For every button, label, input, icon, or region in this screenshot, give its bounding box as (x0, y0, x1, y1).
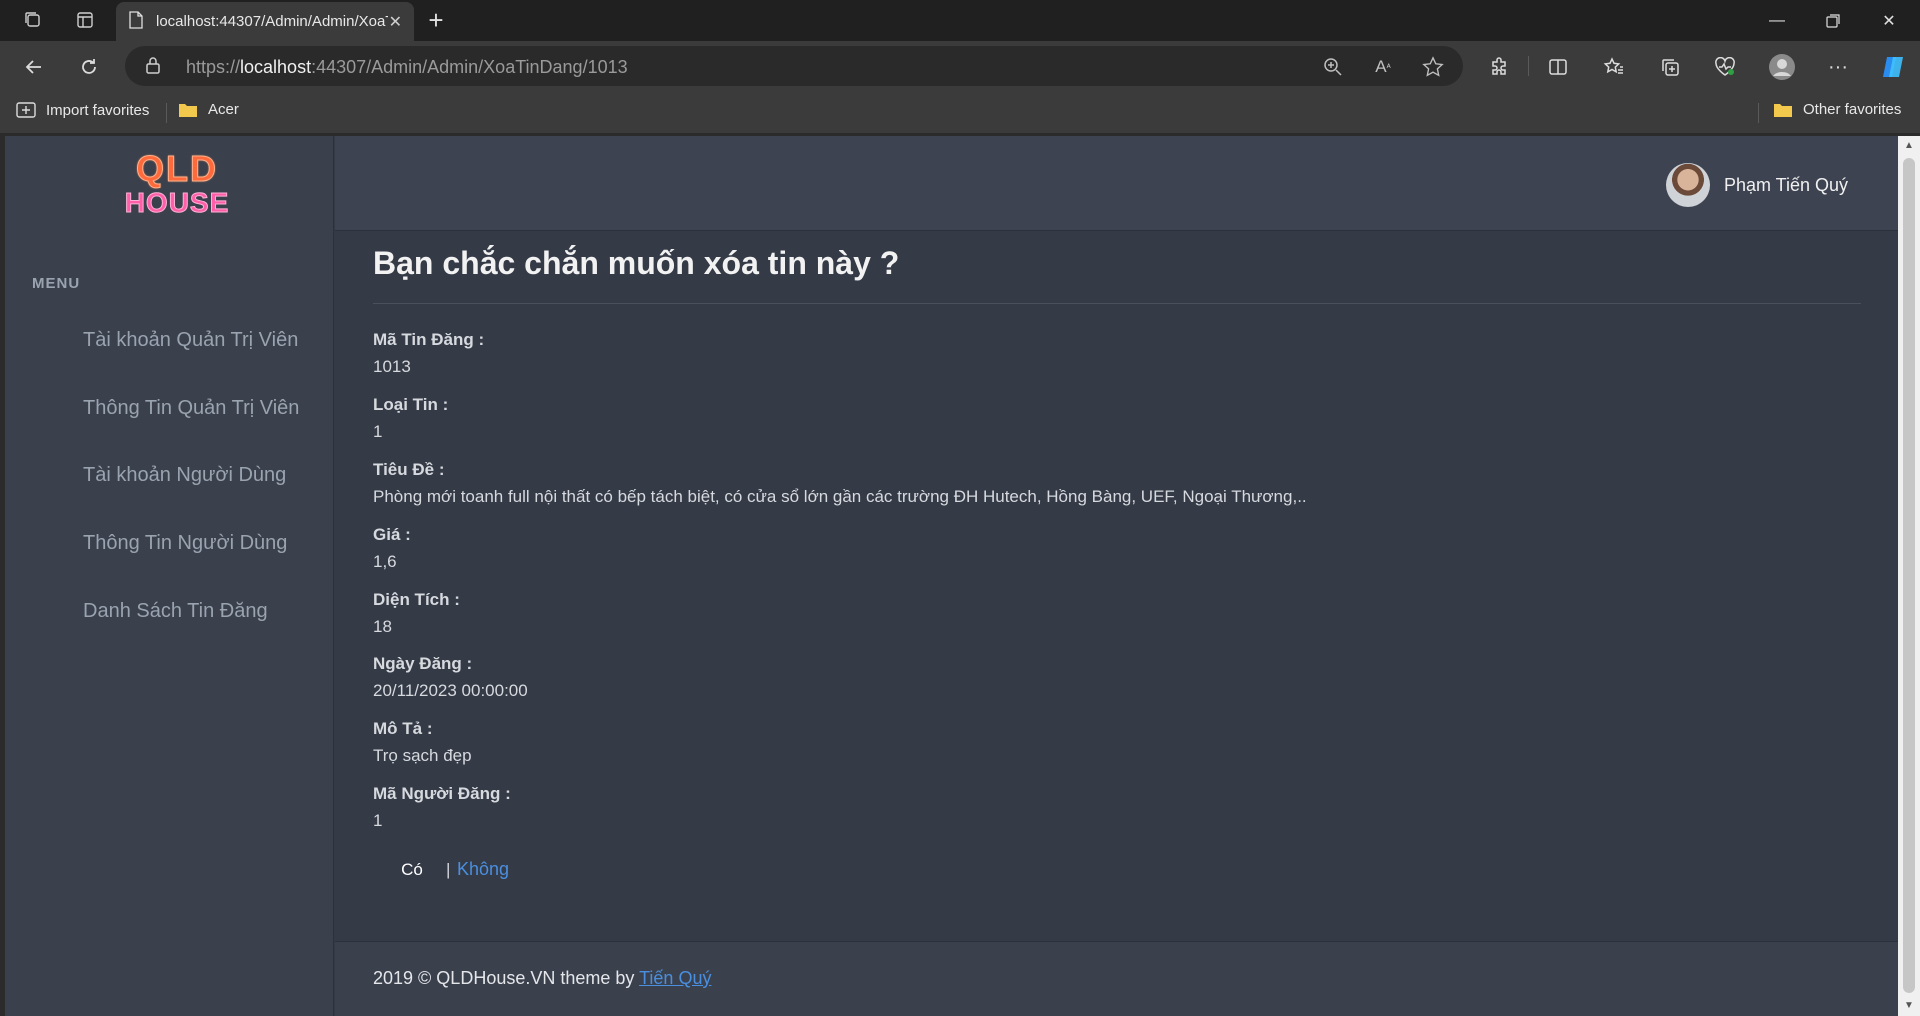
collections-icon[interactable] (1654, 51, 1686, 83)
footer-text: 2019 © QLDHouse.VN theme by Tiến Quý (373, 968, 711, 989)
extensions-icon[interactable] (1483, 51, 1515, 83)
field-label-post-date: Ngày Đăng : (373, 654, 473, 673)
url-text: https://localhost:44307/Admin/Admin/XoaT… (186, 57, 628, 78)
page-title: Bạn chắc chắn muốn xóa tin này ? (373, 245, 900, 281)
page-favicon-icon (128, 10, 144, 33)
more-options-icon[interactable]: ··· (1822, 51, 1854, 83)
field-label-post-type: Loại Tin : (373, 395, 449, 414)
read-aloud-icon[interactable]: Aᴬ (1370, 54, 1396, 80)
address-bar[interactable]: https://localhost:44307/Admin/Admin/XoaT… (125, 46, 1463, 86)
scroll-thumb[interactable] (1903, 158, 1915, 993)
back-icon[interactable] (18, 51, 50, 83)
field-value-post-id: 1013 (373, 357, 411, 376)
field-label-post-id: Mã Tin Đăng : (373, 330, 485, 349)
workspaces-icon[interactable] (18, 6, 48, 34)
field-label-title: Tiêu Đề : (373, 460, 445, 479)
minimize-icon[interactable]: — (1749, 0, 1805, 41)
folder-icon (178, 102, 198, 118)
tab-title: localhost:44307/Admin/Admin/XoaTinDang/1… (156, 13, 388, 30)
field-value-price: 1,6 (373, 552, 397, 571)
favorites-bar: Import favorites Acer Other favorites (0, 91, 1920, 134)
folder-icon (1773, 102, 1793, 118)
sidebar-item-admin-info[interactable]: Thông Tin Quản Trị Viên (83, 397, 299, 420)
other-favorites-folder[interactable]: Other favorites (1773, 101, 1901, 118)
footer: 2019 © QLDHouse.VN theme by Tiến Quý (335, 941, 1898, 1016)
web-page: QLD HOUSE MENU Tài khoản Quản Trị Viên T… (5, 136, 1898, 1016)
action-separator: | (446, 860, 451, 879)
sidebar: QLD HOUSE MENU Tài khoản Quản Trị Viên T… (5, 136, 334, 1016)
favorites-divider (1758, 103, 1759, 123)
field-label-area: Diện Tích : (373, 590, 460, 609)
menu-title: MENU (32, 275, 81, 292)
refresh-icon[interactable] (73, 51, 105, 83)
divider (373, 303, 1861, 304)
field-value-post-date: 20/11/2023 00:00:00 (373, 681, 528, 700)
favorites-divider (166, 103, 167, 123)
scroll-up-icon[interactable]: ▲ (1902, 139, 1916, 153)
url-scheme: https:// (186, 57, 241, 77)
field-value-area: 18 (373, 617, 392, 636)
cancel-link[interactable]: Không (457, 859, 509, 880)
tab-close-icon[interactable]: ✕ (389, 12, 402, 32)
close-window-icon[interactable]: ✕ (1861, 0, 1917, 41)
favorite-star-icon[interactable] (1420, 54, 1446, 80)
browser-tab-bar: localhost:44307/Admin/Admin/XoaTinDang/1… (0, 0, 1920, 41)
browser-essentials-icon[interactable] (1709, 51, 1741, 83)
other-favorites-label: Other favorites (1803, 101, 1902, 118)
split-screen-icon[interactable] (1542, 51, 1574, 83)
confirm-delete-button[interactable]: Có (387, 854, 437, 886)
import-favorites-label: Import favorites (46, 101, 150, 119)
logo-line-2: HOUSE (124, 187, 230, 218)
import-favorites-link[interactable]: Import favorites (16, 101, 149, 119)
favorites-icon[interactable] (1598, 51, 1630, 83)
field-value-title: Phòng mới toanh full nội thất có bếp tác… (373, 487, 1307, 506)
avatar[interactable] (1665, 163, 1710, 207)
scrollbar[interactable]: ▲ ▼ (1898, 136, 1920, 1016)
restore-icon[interactable] (1805, 0, 1861, 41)
logo-line-1: QLD (136, 148, 218, 189)
user-name: Phạm Tiến Quý (1723, 174, 1848, 195)
sidebar-item-user-info[interactable]: Thông Tin Người Dùng (83, 532, 287, 555)
sidebar-item-admin-accounts[interactable]: Tài khoản Quản Trị Viên (83, 329, 298, 352)
zoom-icon[interactable] (1320, 54, 1346, 80)
toolbar-divider (1528, 56, 1529, 76)
import-icon (16, 101, 36, 119)
tab-actions-icon[interactable] (70, 6, 100, 34)
lock-icon[interactable] (145, 56, 161, 79)
copilot-icon[interactable] (1877, 51, 1909, 83)
field-value-post-type: 1 (373, 422, 383, 441)
url-path: :44307/Admin/Admin/XoaTinDang/1013 (311, 57, 628, 77)
footer-copyright: 2019 © QLDHouse.VN theme by (373, 968, 635, 988)
sidebar-item-listings[interactable]: Danh Sách Tin Đăng (83, 600, 268, 623)
footer-author-link[interactable]: Tiến Quý (639, 968, 711, 988)
field-value-description: Trọ sạch đẹp (373, 746, 472, 765)
browser-tab-active[interactable]: localhost:44307/Admin/Admin/XoaTinDang/1… (116, 2, 414, 41)
url-host: localhost (240, 57, 312, 77)
user-menu[interactable]: Phạm Tiến Quý (1665, 163, 1848, 207)
new-tab-icon[interactable]: + (420, 6, 452, 34)
browser-nav-bar: https://localhost:44307/Admin/Admin/XoaT… (0, 41, 1920, 91)
field-label-description: Mô Tả : (373, 719, 433, 738)
field-label-price: Giá : (373, 525, 411, 544)
field-label-poster-id: Mã Người Đăng : (373, 784, 511, 803)
field-value-poster-id: 1 (373, 811, 383, 830)
favorite-folder-acer[interactable]: Acer (178, 101, 239, 118)
sidebar-item-user-accounts[interactable]: Tài khoản Người Dùng (83, 464, 286, 487)
favorite-folder-label: Acer (208, 101, 239, 118)
top-header: Phạm Tiến Quý (335, 136, 1898, 231)
scroll-down-icon[interactable]: ▼ (1902, 999, 1916, 1013)
profile-avatar-icon[interactable] (1766, 51, 1798, 83)
site-logo[interactable]: QLD HOUSE (117, 148, 237, 219)
